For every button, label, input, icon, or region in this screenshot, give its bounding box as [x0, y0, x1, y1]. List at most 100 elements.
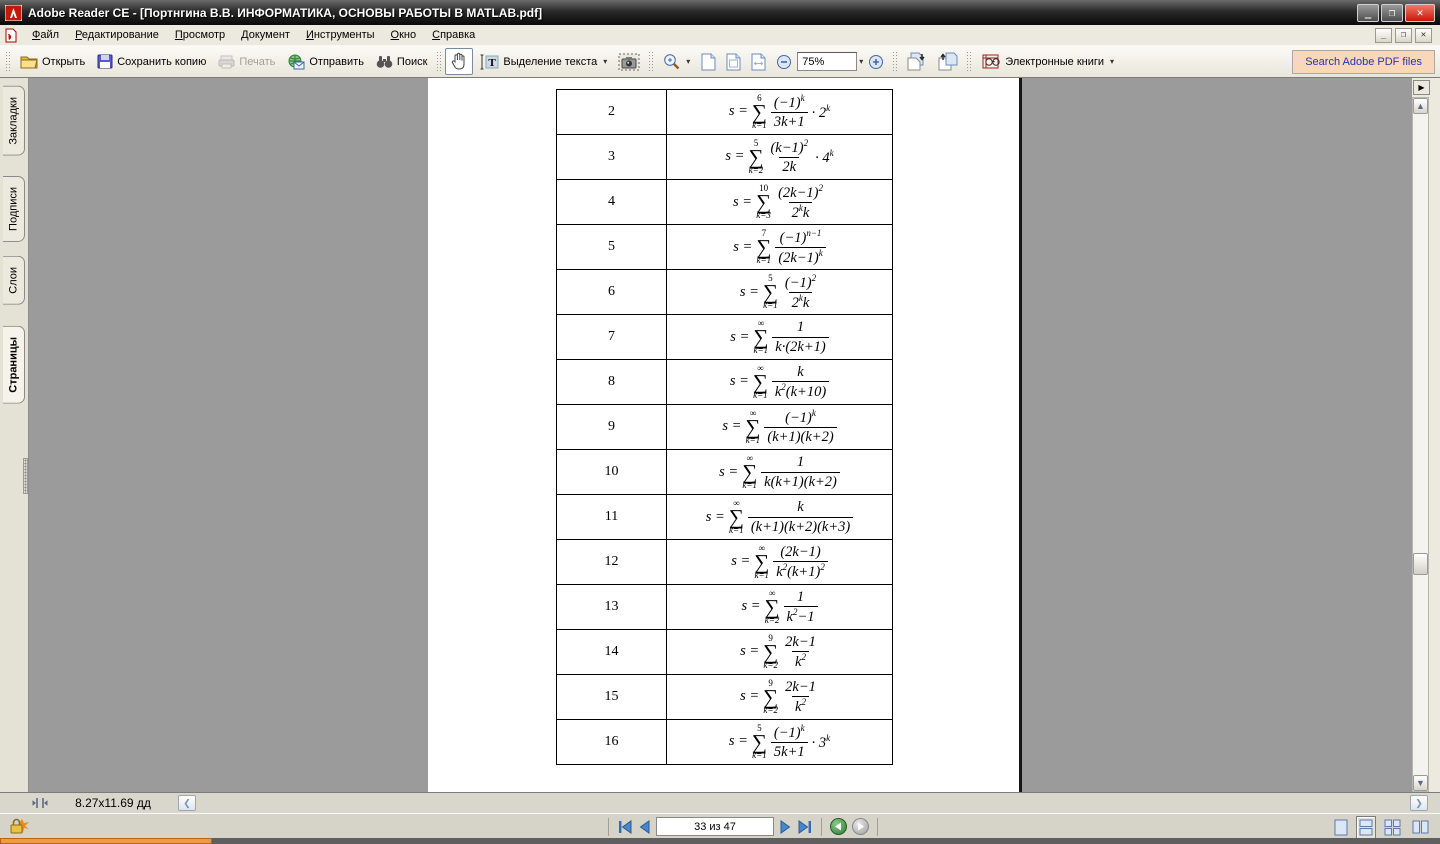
vertical-scrollbar[interactable]: ▲ ▼	[1412, 97, 1429, 792]
table-row: 14 s = 9 ∑ k=2 2k−1 k2	[556, 629, 893, 675]
toolbar-grip[interactable]	[436, 50, 443, 73]
zoom-in-tool-button[interactable]: ▾	[657, 49, 696, 74]
fraction: (2k−1)2 2kk	[775, 183, 826, 222]
next-page-icon[interactable]	[779, 819, 792, 834]
formula-cell: s = ∞ ∑ k=1 1 k(k+1)(k+2)	[666, 449, 893, 495]
plus-circle-icon	[868, 54, 884, 70]
next-view-page-button[interactable]	[932, 48, 963, 75]
formula-cell: s = 5 ∑ k=2 (k−1)2 2k · 4k	[666, 134, 893, 180]
sidebar-tab-signatures[interactable]: Подписи	[3, 176, 25, 242]
sigma-symbol: ∑	[742, 459, 758, 484]
snapshot-tool-button[interactable]	[613, 49, 645, 75]
send-button[interactable]: Отправить	[281, 50, 370, 74]
sum-lower-limit: k=1	[745, 435, 761, 446]
sidebar-splitter-grip[interactable]	[23, 458, 28, 494]
scroll-up-icon[interactable]: ▲	[1413, 98, 1428, 114]
menu-document[interactable]: Документ	[233, 27, 298, 43]
restore-button[interactable]: ❐	[1381, 3, 1403, 22]
toolbar-grip[interactable]	[648, 50, 655, 73]
open-button[interactable]: Открыть	[14, 50, 91, 73]
menu-window[interactable]: Окно	[383, 27, 425, 43]
fraction: 1 k(k+1)(k+2)	[761, 453, 840, 490]
previous-page-icon[interactable]	[638, 819, 651, 834]
table-row: 7 s = ∞ ∑ k=1 1 k·(2k+1)	[556, 314, 893, 360]
numerator: 2k−1	[785, 633, 816, 650]
ebooks-button[interactable]: Электронные книги ▾	[975, 49, 1120, 74]
close-button[interactable]: ✕	[1405, 3, 1435, 22]
chevron-down-icon[interactable]: ▾	[1110, 57, 1114, 66]
menu-help[interactable]: Справка	[424, 27, 483, 43]
doc-close-button[interactable]: ✕	[1415, 27, 1432, 43]
scroll-down-icon[interactable]: ▼	[1413, 775, 1428, 791]
binoculars-icon	[376, 55, 393, 69]
sidebar-tab-bookmarks[interactable]: Закладки	[3, 86, 25, 156]
minimize-button[interactable]: _	[1357, 3, 1379, 22]
page-number-input[interactable]	[656, 817, 774, 836]
sum-lower-limit: k=1	[756, 255, 772, 266]
search-button[interactable]: Поиск	[370, 51, 433, 73]
fit-width-button[interactable]	[746, 49, 771, 75]
first-page-icon[interactable]	[617, 819, 633, 834]
actual-size-button[interactable]	[696, 49, 721, 75]
text-select-button[interactable]: T Выделение текста ▾	[473, 50, 613, 74]
hand-tool-button[interactable]	[445, 48, 474, 75]
page-arrow-up-icon	[937, 52, 958, 71]
menu-view[interactable]: Просмотр	[167, 27, 233, 43]
page-fit-icon	[726, 53, 741, 71]
previous-view-page-button[interactable]	[901, 48, 932, 75]
continuous-facing-layout-icon[interactable]	[1381, 816, 1404, 839]
vertical-scrollbar-thumb[interactable]	[1413, 553, 1428, 575]
factor-term: · 3k	[811, 732, 831, 751]
factor-term: · 4k	[815, 147, 834, 166]
doc-restore-button[interactable]: ❐	[1395, 27, 1412, 43]
document-pane[interactable]: 2 s = 6 ∑ k=1 (−1)k 3k+1 · 2k 3 s = 5 ∑ …	[29, 78, 1412, 792]
denominator: k2(k+10)	[771, 381, 830, 401]
fraction: (−1)k 3k+1	[770, 93, 808, 131]
numerator: 2k−1	[785, 678, 816, 695]
zoom-out-button[interactable]	[771, 50, 797, 74]
hscroll-left-icon[interactable]: ❮	[178, 795, 196, 811]
next-view-icon[interactable]	[852, 818, 869, 835]
menu-tools[interactable]: Инструменты	[298, 27, 383, 43]
fraction: (−1)2 2kk	[782, 273, 819, 312]
sigma-symbol: ∑	[753, 324, 769, 349]
facing-layout-icon[interactable]	[1409, 817, 1432, 837]
single-page-layout-icon[interactable]	[1331, 816, 1351, 839]
chevron-down-icon[interactable]: ▾	[603, 57, 607, 66]
hscroll-right-icon[interactable]: ❯	[1410, 795, 1428, 811]
sidebar-tab-layers[interactable]: Слои	[3, 256, 25, 305]
security-lock-icon[interactable]	[8, 817, 30, 835]
fit-page-button[interactable]	[721, 49, 746, 75]
toolbar-overflow-button[interactable]: ▶	[1413, 80, 1430, 95]
pane-splitter-icon[interactable]	[32, 797, 48, 809]
variant-number: 16	[556, 719, 667, 765]
toolbar-grip[interactable]	[5, 50, 11, 73]
sidebar-tab-pages[interactable]: Страницы	[3, 326, 25, 404]
status-bar: 8.27x11.69 дд ❮ ❯	[0, 792, 1440, 813]
zoom-in-button[interactable]	[863, 50, 889, 74]
fraction: 1 k·(2k+1)	[772, 318, 829, 355]
sigma-block: 9 ∑ k=2	[763, 678, 778, 716]
toolbar-grip[interactable]	[892, 50, 899, 73]
search-adobe-pdf-button[interactable]: Search Adobe PDF files	[1292, 50, 1435, 74]
variant-number: 13	[556, 584, 667, 630]
last-page-icon[interactable]	[797, 819, 813, 834]
print-button[interactable]: Печать	[212, 51, 281, 73]
previous-view-icon[interactable]	[830, 818, 847, 835]
save-copy-button[interactable]: Сохранить копию	[91, 50, 212, 73]
doc-minimize-button[interactable]: _	[1375, 27, 1392, 43]
menu-edit[interactable]: Редактирование	[67, 27, 167, 43]
numerator: 1	[796, 454, 805, 471]
chevron-down-icon[interactable]: ▾	[686, 57, 690, 66]
table-row: 11 s = ∞ ∑ k=1 k (k+1)(k+2)(k+3)	[556, 494, 893, 540]
continuous-layout-icon[interactable]	[1356, 815, 1376, 839]
sigma-block: 7 ∑ k=1	[756, 228, 772, 266]
zoom-in-icon	[663, 53, 680, 70]
denominator: k2	[792, 696, 809, 716]
zoom-level-input[interactable]	[797, 52, 858, 71]
sum-lower-limit: k=1	[742, 480, 757, 491]
toolbar-grip[interactable]	[966, 50, 973, 73]
fraction: 2k−1 k2	[782, 633, 819, 671]
menu-file[interactable]: Файл	[24, 27, 67, 43]
formula-cell: s = ∞ ∑ k=1 (−1)k (k+1)(k+2)	[666, 404, 893, 450]
